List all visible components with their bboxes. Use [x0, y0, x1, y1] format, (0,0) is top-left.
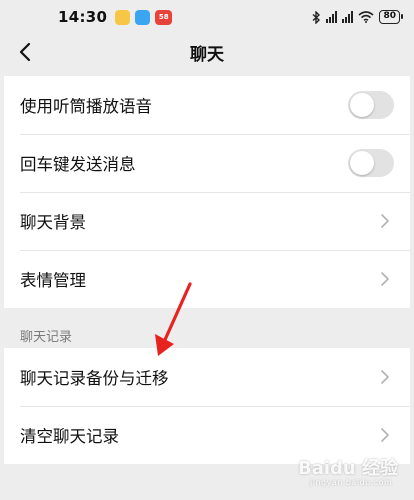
toggle-knob [350, 151, 374, 175]
general-settings-group: 使用听筒播放语音 回车键发送消息 聊天背景 表情管理 [4, 76, 410, 308]
earpiece-voice-toggle[interactable] [348, 91, 394, 119]
chevron-right-icon [381, 370, 389, 384]
nav-bar: 聊天 [0, 34, 414, 72]
section-header-chat-history: 聊天记录 [20, 330, 73, 345]
row-label: 聊天记录备份与迁移 [20, 369, 169, 388]
notification-badge-icon: 58 [155, 9, 173, 25]
cell-signal-2-icon [342, 11, 354, 23]
battery-indicator: 80 [379, 10, 403, 24]
row-label: 表情管理 [20, 271, 86, 290]
bluetooth-icon [312, 10, 321, 24]
chevron-right-icon [381, 214, 389, 228]
row-label: 聊天背景 [20, 213, 86, 232]
settings-row-backup-migrate[interactable]: 聊天记录备份与迁移 [4, 348, 410, 406]
wifi-icon [358, 11, 374, 23]
settings-row-chat-background[interactable]: 聊天背景 [4, 192, 410, 250]
status-indicators: 80 [312, 10, 403, 24]
settings-row-earpiece-voice[interactable]: 使用听筒播放语音 [4, 76, 410, 134]
settings-row-enter-to-send[interactable]: 回车键发送消息 [4, 134, 410, 192]
chevron-right-icon [381, 428, 389, 442]
watermark-sub: jingyan.baidu.com [310, 478, 393, 487]
qq-app-icon [135, 9, 151, 25]
cell-signal-1-icon [326, 11, 338, 23]
page-title: 聊天 [190, 45, 224, 65]
status-bar: 14:30 58 80 [0, 0, 414, 34]
chat-history-group: 聊天记录备份与迁移 清空聊天记录 [4, 348, 410, 464]
status-time: 14:30 [58, 8, 108, 26]
row-label: 回车键发送消息 [20, 155, 136, 174]
row-label: 清空聊天记录 [20, 427, 119, 446]
chevron-right-icon [381, 272, 389, 286]
settings-row-clear-history[interactable]: 清空聊天记录 [4, 406, 410, 464]
message-app-icon [115, 9, 131, 25]
enter-to-send-toggle[interactable] [348, 149, 394, 177]
toggle-knob [350, 93, 374, 117]
row-label: 使用听筒播放语音 [20, 97, 152, 116]
settings-row-sticker-management[interactable]: 表情管理 [4, 250, 410, 308]
